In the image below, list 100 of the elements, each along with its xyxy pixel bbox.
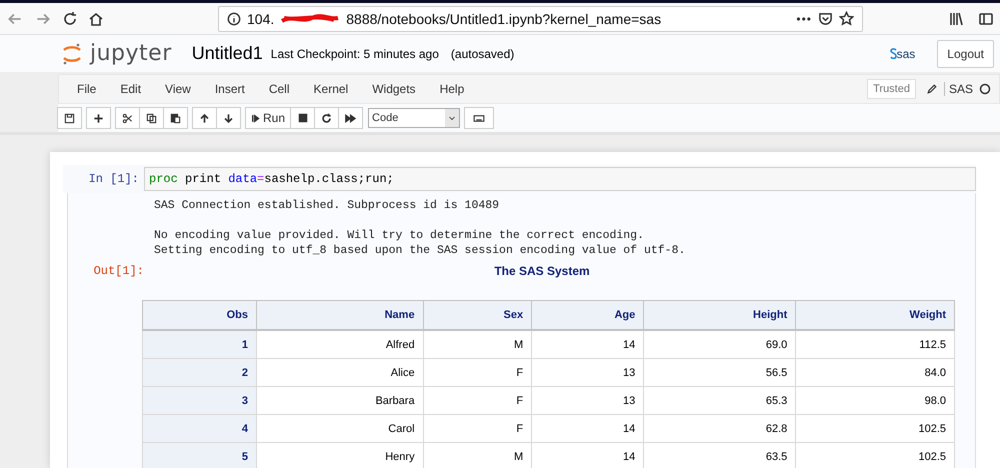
up-arrow-icon [199, 112, 210, 124]
menu-item[interactable]: Insert [202, 82, 257, 96]
table-cell: 56.5 [644, 358, 796, 386]
menu-item[interactable]: Edit [108, 82, 154, 96]
copy-button[interactable] [139, 107, 164, 129]
table-cell: Alice [256, 358, 424, 386]
table-cell: 13 [532, 386, 644, 414]
menu-item[interactable]: Cell [256, 82, 302, 96]
kernel-name: SAS [944, 82, 973, 96]
move-up-button[interactable] [192, 107, 217, 129]
kernel-idle-circle-icon [979, 83, 991, 95]
table-cell: 102.5 [796, 414, 954, 442]
table-cell: M [423, 330, 532, 358]
logo-text: jupyter [90, 41, 172, 66]
output-text: Setting encoding to utf_8 based upon the SAS session encoding value of utf-8. [154, 243, 686, 258]
autosave-text: (autosaved) [450, 46, 514, 60]
table-cell: Carol [256, 414, 424, 442]
table-cell: F [423, 386, 532, 414]
save-button[interactable] [57, 107, 82, 129]
cell-type-dropdown[interactable]: Code [368, 108, 460, 128]
table-cell: Henry [256, 442, 424, 468]
table-cell: Alfred [256, 330, 424, 358]
address-bar[interactable]: 104. 8888/notebooks/Untitled1.ipynb?kernel_name=sas ••• [218, 6, 863, 32]
fast-forward-button[interactable] [338, 107, 364, 129]
s-logo-icon [890, 48, 897, 59]
table-cell: 98.0 [796, 386, 954, 414]
row-header: 5 [142, 442, 256, 468]
plus-icon [93, 112, 104, 124]
pocket-icon[interactable] [818, 11, 833, 26]
table-cell: F [423, 358, 532, 386]
trusted-indicator[interactable]: Trusted [867, 79, 916, 99]
url-text: 8888/notebooks/Untitled1.ipynb?kernel_name=sas [346, 10, 662, 26]
output-title: The SAS System [493, 264, 591, 278]
run-button[interactable]: Run [245, 107, 292, 129]
down-arrow-icon [223, 112, 234, 124]
insert-cell-button[interactable] [86, 107, 111, 129]
keyboard-icon [472, 112, 486, 124]
table-cell: 63.5 [644, 442, 796, 468]
input-prompt: In [1]: [88, 172, 140, 186]
output-text: SAS Connection established. Subprocess id is 10489 [154, 198, 500, 213]
library-icon[interactable] [948, 10, 964, 26]
checkpoint-text: Last Checkpoint: 5 minutes ago [270, 46, 439, 60]
table-cell: M [423, 442, 532, 468]
output-text: No encoding value provided. Will try to determine the correct encoding. [154, 228, 645, 243]
stop-button[interactable] [290, 107, 316, 129]
home-icon[interactable] [88, 10, 104, 26]
table-cell: 13 [532, 358, 644, 386]
caret-icon [448, 114, 456, 122]
row-header: 2 [142, 358, 256, 386]
url-text: 104. [247, 10, 274, 26]
scissors-icon [122, 112, 133, 124]
pencil-icon[interactable] [926, 83, 938, 95]
paste-button[interactable] [163, 107, 188, 129]
column-header: Age [532, 300, 644, 330]
cut-button[interactable] [115, 107, 140, 129]
table-cell: F [423, 414, 532, 442]
table-cell: 112.5 [796, 330, 954, 358]
menu-item[interactable]: File [65, 82, 108, 96]
paste-icon [170, 112, 181, 124]
move-down-button[interactable] [216, 107, 241, 129]
table-cell: 102.5 [796, 442, 954, 468]
column-header: Name [256, 300, 424, 330]
row-header: 3 [142, 386, 256, 414]
row-header: 1 [142, 330, 256, 358]
table-cell: Barbara [256, 386, 424, 414]
table-cell: 65.3 [644, 386, 796, 414]
table-cell: 84.0 [796, 358, 954, 386]
star-icon[interactable] [839, 11, 854, 26]
notebook-name[interactable]: Untitled1 [192, 43, 263, 64]
jupyter-logo-icon [62, 42, 82, 66]
dropdown-value: Code [372, 112, 398, 124]
column-header: Height [644, 300, 796, 330]
column-header: Obs [142, 300, 256, 330]
output-prompt: Out[1]: [92, 264, 145, 278]
reload-icon[interactable] [62, 10, 78, 26]
table-cell: 14 [532, 442, 644, 468]
copy-icon [146, 112, 157, 124]
row-header: 4 [142, 414, 256, 442]
keyboard-button[interactable] [464, 107, 494, 129]
redaction-scribble [280, 12, 340, 26]
code-editor[interactable]: proc print data=sashelp.class;run; [144, 167, 976, 191]
table-cell: 69.0 [644, 330, 796, 358]
table-cell: 14 [532, 414, 644, 442]
sidebar-icon[interactable] [978, 10, 994, 26]
fast-forward-icon [345, 112, 356, 124]
menu-item[interactable]: View [153, 82, 203, 96]
logout-button[interactable]: Logout [937, 40, 994, 68]
table-cell: 14 [532, 330, 644, 358]
menu-item[interactable]: Help [428, 82, 476, 96]
menu-item[interactable]: Widgets [360, 82, 428, 96]
info-icon [227, 12, 241, 26]
restart-button[interactable] [314, 107, 340, 129]
stop-square-icon [298, 113, 308, 123]
more-menu-button[interactable]: ••• [796, 12, 812, 26]
menu-item[interactable]: Kernel [302, 82, 360, 96]
step-forward-icon [251, 112, 260, 124]
brand-text: sas [896, 46, 916, 60]
reload-icon [321, 112, 332, 124]
column-header: Weight [796, 300, 954, 330]
table-cell: 62.8 [644, 414, 796, 442]
